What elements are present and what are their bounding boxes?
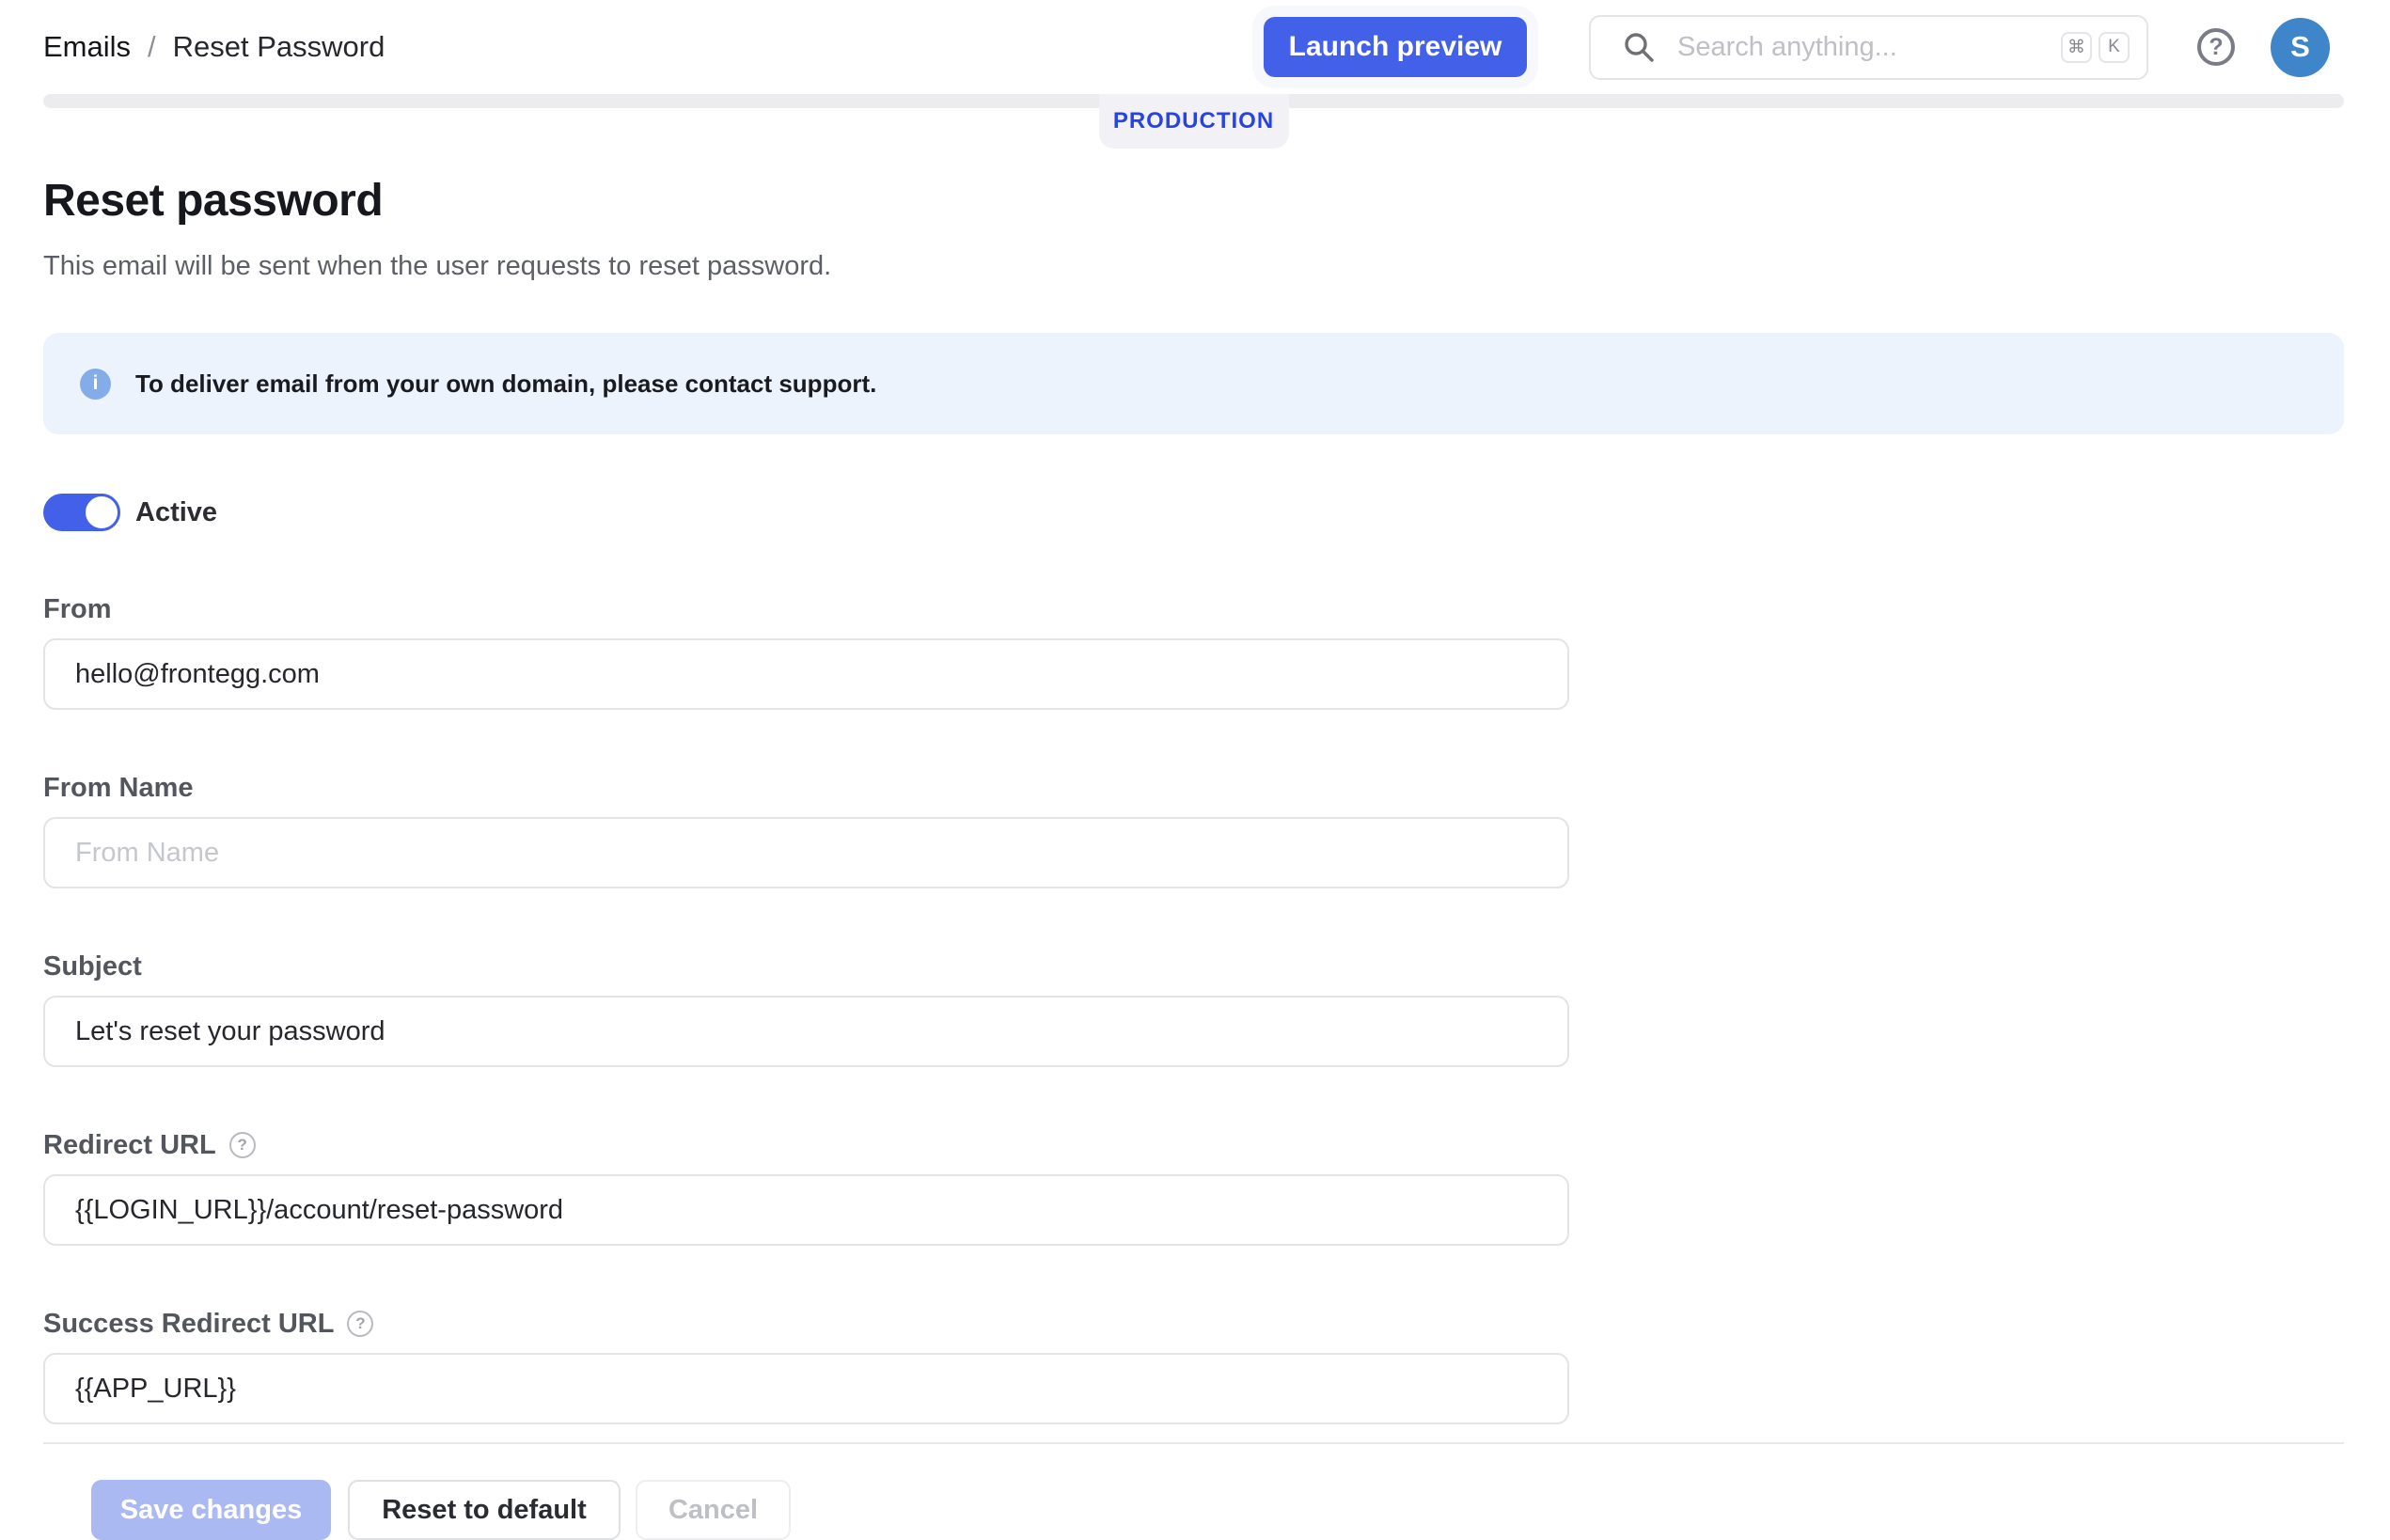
main-content: Reset password This email will be sent w… (0, 179, 2390, 1540)
k-key-badge: K (2099, 32, 2130, 63)
subject-label-row: Subject (43, 951, 2344, 982)
search-input[interactable]: Search anything... ⌘ K (1589, 15, 2148, 80)
from-name-label: From Name (43, 772, 194, 804)
emails-reset-password-page: Emails / Reset Password Launch preview S… (0, 0, 2390, 1540)
active-toggle[interactable] (43, 494, 119, 531)
breadcrumb-separator: / (148, 30, 156, 64)
save-changes-button[interactable]: Save changes (91, 1480, 331, 1540)
search-placeholder: Search anything... (1677, 32, 2061, 63)
from-name-field-group: From Name (43, 772, 2344, 888)
active-toggle-row: Active (43, 494, 2344, 531)
info-banner: i To deliver email from your own domain,… (43, 333, 2344, 434)
help-icon[interactable]: ? (2197, 28, 2235, 66)
success-redirect-url-field-group: Success Redirect URL ? (43, 1308, 2344, 1424)
active-toggle-knob (83, 494, 120, 531)
from-name-label-row: From Name (43, 772, 2344, 804)
from-input[interactable] (43, 638, 1569, 710)
breadcrumb-reset-password: Reset Password (173, 30, 385, 64)
footer-divider (43, 1442, 2344, 1444)
top-header: Emails / Reset Password Launch preview S… (0, 0, 2390, 94)
active-toggle-label: Active (135, 497, 217, 528)
footer-actions: Save changes Reset to default Cancel (43, 1480, 2344, 1540)
redirect-url-input[interactable] (43, 1174, 1569, 1246)
redirect-url-help-icon[interactable]: ? (229, 1132, 256, 1158)
cmd-key-badge: ⌘ (2061, 32, 2092, 63)
subject-input[interactable] (43, 996, 1569, 1067)
subject-field-group: Subject (43, 951, 2344, 1067)
search-icon (1623, 31, 1655, 63)
launch-preview-button[interactable]: Launch preview (1264, 17, 1527, 77)
avatar[interactable]: S (2271, 18, 2330, 77)
page-subtitle: This email will be sent when the user re… (43, 253, 2344, 280)
info-icon: i (80, 369, 111, 400)
from-label-row: From (43, 593, 2344, 625)
page-title: Reset password (43, 179, 2344, 224)
redirect-url-field-group: Redirect URL ? (43, 1129, 2344, 1246)
from-field-group: From (43, 593, 2344, 710)
redirect-url-label-row: Redirect URL ? (43, 1129, 2344, 1161)
success-redirect-url-label-row: Success Redirect URL ? (43, 1308, 2344, 1340)
success-redirect-url-input[interactable] (43, 1353, 1569, 1424)
from-name-input[interactable] (43, 817, 1569, 888)
environment-badge[interactable]: PRODUCTION (1099, 94, 1289, 149)
breadcrumb: Emails / Reset Password (43, 30, 385, 64)
success-redirect-url-help-icon[interactable]: ? (347, 1311, 373, 1337)
breadcrumb-emails[interactable]: Emails (43, 30, 131, 64)
subject-label: Subject (43, 951, 142, 982)
success-redirect-url-label: Success Redirect URL (43, 1308, 334, 1340)
redirect-url-label: Redirect URL (43, 1129, 216, 1161)
info-banner-text: To deliver email from your own domain, p… (135, 369, 876, 399)
reset-to-default-button[interactable]: Reset to default (348, 1480, 621, 1540)
environment-strip: PRODUCTION (43, 94, 2344, 108)
from-label: From (43, 593, 112, 625)
cancel-button[interactable]: Cancel (636, 1480, 791, 1540)
header-actions: Launch preview Search anything... ⌘ K ? … (1264, 15, 2390, 80)
